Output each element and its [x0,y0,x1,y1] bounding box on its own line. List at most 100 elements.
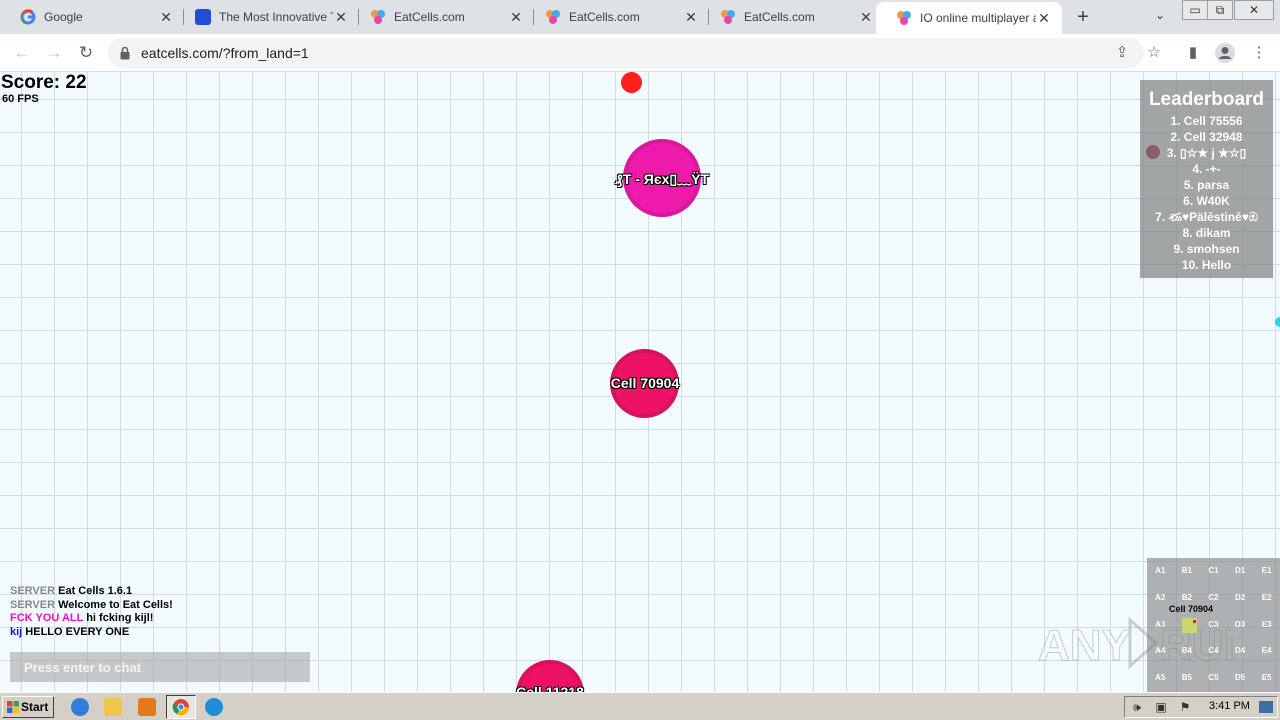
site-icon [195,9,211,25]
close-tab-icon[interactable]: ✕ [1036,10,1052,26]
eatcells-icon [720,9,736,25]
leaderboard-title: Leaderboard [1148,89,1265,110]
tab-search-chevron-icon[interactable]: ⌄ [1150,8,1170,26]
close-tab-icon[interactable]: ✕ [508,9,524,25]
minimap-grid-cell: C4 [1208,646,1219,656]
leaderboard-panel: Leaderboard 1. Cell 75556 2. Cell 32948 … [1140,80,1273,278]
leaderboard-list: 1. Cell 75556 2. Cell 32948 3. ▯☆★ j ★☆▯… [1140,113,1273,273]
minimap-grid-cell: D4 [1234,646,1246,656]
minimap-grid-cell: B4 [1181,646,1192,656]
tab-title: EatCells.com [569,10,640,24]
food-pellet [1275,317,1280,327]
start-button[interactable]: Start [2,696,54,718]
minimap: E5D5C5B5A5E4D4C4B4A4E3D3C3B3A3E2D2C2B2A2… [1147,558,1280,692]
cell-name-label: Cell 70904 [610,375,680,391]
minimap-grid-cell: B1 [1181,566,1192,575]
food-pellet [621,72,642,93]
leaderboard-entry: 9. smohsen [1173,242,1240,256]
cell-name-label: Cell 11218 [516,684,584,692]
leaderboard-entry: 3. ▯☆★ j ★☆▯ [1166,146,1247,160]
leaderboard-entry: 10. Hello [1181,258,1232,272]
back-button[interactable]: ← [9,40,35,66]
minimap-grid-cell: E2 [1261,592,1272,602]
minimap-cell-dot [1193,620,1196,623]
minimap-grid-cell: E5 [1261,673,1272,683]
chat-message: kij HELLO EVERY ONE [10,626,173,640]
chat-input[interactable]: Press enter to chat [10,652,310,682]
network-icon[interactable]: ▣ [1154,700,1168,714]
restore-button[interactable]: ⧉ [1207,0,1233,20]
leaderboard-entry: 1. Cell 75556 [1170,114,1243,128]
eatcells-icon [370,9,386,25]
tab-innovative[interactable]: The Most Innovative Tr ✕ [175,0,359,34]
side-panel-icon[interactable]: ▮ [1182,42,1204,64]
tab-strip: Google ✕ The Most Innovative Tr ✕ EatCel… [0,0,1280,34]
fps-counter: 60 FPS [2,93,39,105]
tab-eatcells-2[interactable]: EatCells.com ✕ [525,0,709,34]
tab-title: EatCells.com [744,10,815,24]
tab-eatcells-3[interactable]: EatCells.com ✕ [700,0,884,34]
volume-icon[interactable]: 🕪 [1130,700,1144,714]
minimap-grid-cell: D5 [1234,673,1246,683]
chat-text: Welcome to Eat Cells! [58,598,173,611]
action-center-flag-icon[interactable]: ⚑ [1178,700,1192,714]
menu-kebab-icon[interactable]: ⋮ [1248,42,1270,64]
new-tab-button[interactable]: + [1072,6,1094,28]
minimap-grid-cell: A3 [1155,619,1166,629]
leaderboard-entry: 4. -+- [1192,162,1221,176]
media-player-icon[interactable] [138,698,156,716]
explorer-folder-icon[interactable] [104,698,122,716]
eatcells-icon [896,10,912,26]
close-tab-icon[interactable]: ✕ [158,9,174,25]
minimap-grid-cell: C3 [1208,619,1219,629]
chat-sender: SERVER [10,585,56,597]
google-icon [20,9,36,25]
chat-text: HELLO EVERY ONE [25,625,130,638]
url-text: eatcells.com/?from_land=1 [141,45,309,61]
minimap-grid-cell: D2 [1234,592,1246,602]
tab-google[interactable]: Google ✕ [0,0,184,34]
game-canvas[interactable]: Score: 22 60 FPS ₰T - Яєx▯﹏ΫT Cell 70904… [0,72,1280,692]
chat-text: hi fcking kijl! [86,612,154,624]
chat-sender: SERVER [10,598,56,611]
minimap-grid-cell: C5 [1208,673,1219,683]
minimap-grid-cell: A5 [1155,673,1166,683]
minimap-grid-cell: E4 [1261,646,1272,656]
tab-io-multiplayer[interactable]: IO online multiplayer ar ✕ [876,2,1062,34]
cell-name-label: ₰T - Яєx▯﹏ΫT [615,171,709,187]
leaderboard-entry: 8. dikam [1182,226,1231,240]
show-desktop-icon[interactable] [1259,701,1273,713]
close-window-button[interactable]: ✕ [1234,0,1274,20]
tab-title: Google [44,10,83,24]
lock-icon [120,46,130,60]
profile-avatar-icon[interactable] [1214,42,1236,64]
chrome-icon [172,699,189,715]
close-tab-icon[interactable]: ✕ [683,9,699,25]
minimize-button[interactable]: ▭ [1182,0,1208,20]
edge-icon[interactable] [205,698,223,716]
address-bar[interactable]: eatcells.com/?from_land=1 ⇪ ☆ [108,38,1161,68]
minimap-grid-cell: C1 [1208,566,1219,575]
bookmark-star-icon[interactable]: ☆ [1144,43,1164,63]
minimap-grid-cell: D1 [1234,566,1246,575]
close-tab-icon[interactable]: ✕ [333,9,349,25]
score-display: Score: 22 [1,72,87,93]
tab-title: EatCells.com [394,10,465,24]
tab-eatcells-1[interactable]: EatCells.com ✕ [350,0,534,34]
svg-text:ANY: ANY [1038,621,1131,670]
share-icon[interactable]: ⇪ [1112,43,1132,63]
reload-button[interactable]: ↻ [73,40,99,66]
minimap-grid-cell: B5 [1181,673,1192,683]
start-label: Start [21,700,49,714]
tab-title: The Most Innovative Tr [219,10,333,24]
ie-icon[interactable] [71,698,89,716]
close-tab-icon[interactable]: ✕ [858,9,874,25]
forward-button[interactable]: → [41,40,67,66]
chat-sender: kij [10,625,23,638]
minimap-grid-cell: D3 [1234,619,1246,629]
chat-message: SERVER Welcome to Eat Cells! [10,599,173,613]
chrome-taskbar-button[interactable] [166,695,196,719]
chat-log: SERVER Eat Cells 1.6.1 SERVER Welcome to… [10,585,173,639]
chat-message: SERVER Eat Cells 1.6.1 [10,585,173,599]
eatcells-icon [545,9,561,25]
